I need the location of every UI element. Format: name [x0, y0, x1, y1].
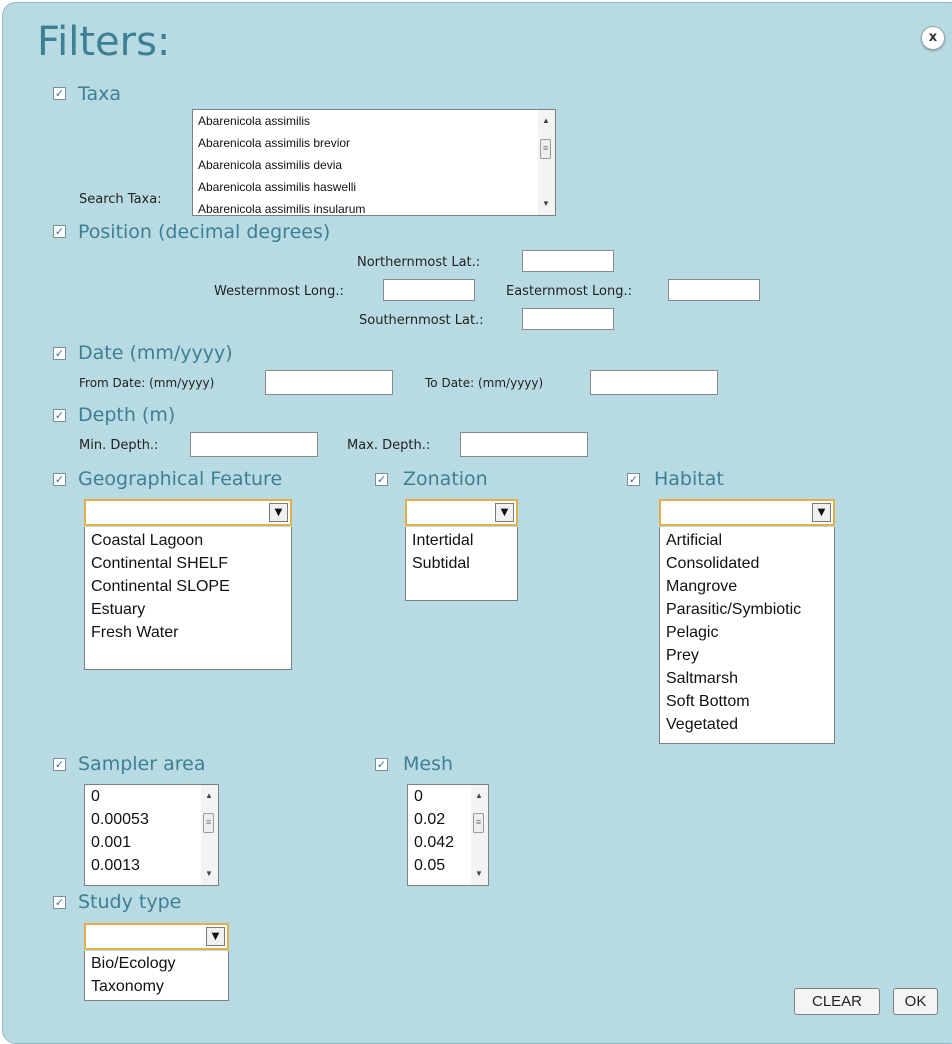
list-option[interactable]: Soft Bottom: [660, 690, 834, 713]
depth-checkbox[interactable]: ✓: [53, 409, 66, 422]
chevron-down-icon[interactable]: ▼: [812, 503, 831, 522]
sampler-section-title: Sampler area: [78, 753, 206, 775]
from-date-label: From Date: (mm/yyyy): [79, 376, 215, 390]
study-select[interactable]: ▼: [84, 923, 229, 950]
list-option[interactable]: Pelagic: [660, 621, 834, 644]
list-option[interactable]: 0.00053: [85, 808, 218, 831]
list-option[interactable]: Mangrove: [660, 575, 834, 598]
list-option[interactable]: 0: [85, 785, 218, 808]
position-checkbox[interactable]: ✓: [53, 225, 66, 238]
max-depth-input[interactable]: [460, 432, 588, 457]
ok-button[interactable]: OK: [893, 988, 938, 1015]
to-date-input[interactable]: [590, 370, 718, 395]
max-depth-label: Max. Depth.:: [347, 438, 431, 453]
habitat-section-title: Habitat: [654, 468, 724, 490]
zonation-section-title: Zonation: [403, 468, 488, 490]
zonation-select[interactable]: ▼: [405, 499, 518, 526]
list-option[interactable]: Continental SLOPE: [85, 575, 291, 598]
habitat-select[interactable]: ▼: [659, 499, 835, 526]
list-option[interactable]: Consolidated: [660, 552, 834, 575]
list-option[interactable]: Abarenicola assimilis insularum: [193, 198, 555, 215]
list-option[interactable]: Prey: [660, 644, 834, 667]
east-long-label: Easternmost Long.:: [506, 284, 632, 299]
date-section-title: Date (mm/yyyy): [78, 342, 233, 364]
scroll-thumb[interactable]: ≡: [203, 813, 214, 833]
list-option[interactable]: Abarenicola assimilis brevior: [193, 132, 555, 154]
taxa-scrollbar[interactable]: ▲ ≡ ▼: [538, 110, 555, 215]
geo-listbox[interactable]: Coastal Lagoon Continental SHELF Continent…: [84, 527, 292, 670]
list-option[interactable]: Coastal Lagoon: [85, 529, 291, 552]
to-date-label: To Date: (mm/yyyy): [425, 376, 544, 390]
scroll-up-icon[interactable]: ▲: [475, 792, 483, 800]
list-option[interactable]: Taxonomy: [85, 975, 228, 998]
chevron-down-icon[interactable]: ▼: [206, 927, 225, 946]
scroll-down-icon[interactable]: ▼: [542, 200, 550, 208]
search-taxa-label: Search Taxa:: [79, 192, 162, 207]
mesh-listbox[interactable]: 0 0.02 0.042 0.05 ▲ ≡ ▼: [407, 784, 489, 886]
study-checkbox[interactable]: ✓: [53, 896, 66, 909]
list-option[interactable]: Artificial: [660, 529, 834, 552]
taxa-listbox[interactable]: Abarenicola assimilis Abarenicola assimil…: [192, 109, 556, 216]
chevron-down-icon[interactable]: ▼: [269, 503, 288, 522]
min-depth-input[interactable]: [190, 432, 318, 457]
scroll-up-icon[interactable]: ▲: [542, 117, 550, 125]
list-option[interactable]: Abarenicola assimilis: [193, 110, 555, 132]
from-date-input[interactable]: [265, 370, 393, 395]
depth-section-title: Depth (m): [78, 404, 176, 426]
geo-section-title: Geographical Feature: [78, 468, 283, 490]
close-button[interactable]: x: [921, 26, 945, 50]
west-long-label: Westernmost Long.:: [214, 284, 344, 299]
study-listbox[interactable]: Bio/Ecology Taxonomy: [84, 951, 229, 1001]
scroll-down-icon[interactable]: ▼: [475, 870, 483, 878]
list-option[interactable]: Bio/Ecology: [85, 952, 228, 975]
zonation-listbox[interactable]: Intertidal Subtidal: [405, 527, 518, 601]
geo-select[interactable]: ▼: [84, 499, 292, 526]
list-option[interactable]: 0.001: [85, 831, 218, 854]
sampler-scrollbar[interactable]: ▲ ≡ ▼: [201, 785, 218, 885]
mesh-checkbox[interactable]: ✓: [375, 758, 388, 771]
list-option[interactable]: Estuary: [85, 598, 291, 621]
list-option[interactable]: Vegetated: [660, 713, 834, 736]
list-option[interactable]: Continental SHELF: [85, 552, 291, 575]
taxa-checkbox[interactable]: ✓: [53, 87, 66, 100]
date-checkbox[interactable]: ✓: [53, 347, 66, 360]
mesh-section-title: Mesh: [403, 753, 454, 775]
geo-checkbox[interactable]: ✓: [53, 473, 66, 486]
position-section-title: Position (decimal degrees): [78, 221, 331, 243]
list-option[interactable]: Saltmarsh: [660, 667, 834, 690]
min-depth-label: Min. Depth.:: [79, 438, 159, 453]
west-long-input[interactable]: [383, 279, 475, 301]
list-option[interactable]: 0.0013: [85, 854, 218, 877]
scroll-thumb[interactable]: ≡: [540, 139, 551, 159]
habitat-listbox[interactable]: Artificial Consolidated Mangrove Parasitic/…: [659, 527, 835, 744]
south-lat-label: Southernmost Lat.:: [359, 313, 484, 328]
north-lat-label: Northernmost Lat.:: [357, 255, 481, 270]
list-option[interactable]: Fresh Water: [85, 621, 291, 644]
scroll-thumb[interactable]: ≡: [473, 813, 484, 833]
east-long-input[interactable]: [668, 279, 760, 301]
zonation-checkbox[interactable]: ✓: [375, 473, 388, 486]
dialog-title: Filters:: [37, 19, 171, 65]
clear-button[interactable]: CLEAR: [794, 988, 880, 1015]
mesh-scrollbar[interactable]: ▲ ≡ ▼: [471, 785, 488, 885]
list-option[interactable]: Parasitic/Symbiotic: [660, 598, 834, 621]
list-option[interactable]: Subtidal: [406, 552, 517, 575]
taxa-section-title: Taxa: [78, 83, 121, 105]
list-option[interactable]: Intertidal: [406, 529, 517, 552]
list-option[interactable]: Abarenicola assimilis devia: [193, 154, 555, 176]
scroll-down-icon[interactable]: ▼: [205, 870, 213, 878]
sampler-listbox[interactable]: 0 0.00053 0.001 0.0013 ▲ ≡ ▼: [84, 784, 219, 886]
list-option[interactable]: Abarenicola assimilis haswelli: [193, 176, 555, 198]
study-section-title: Study type: [78, 891, 182, 913]
habitat-checkbox[interactable]: ✓: [627, 473, 640, 486]
scroll-up-icon[interactable]: ▲: [205, 792, 213, 800]
south-lat-input[interactable]: [522, 308, 614, 330]
chevron-down-icon[interactable]: ▼: [495, 503, 514, 522]
sampler-checkbox[interactable]: ✓: [53, 758, 66, 771]
north-lat-input[interactable]: [522, 250, 614, 272]
